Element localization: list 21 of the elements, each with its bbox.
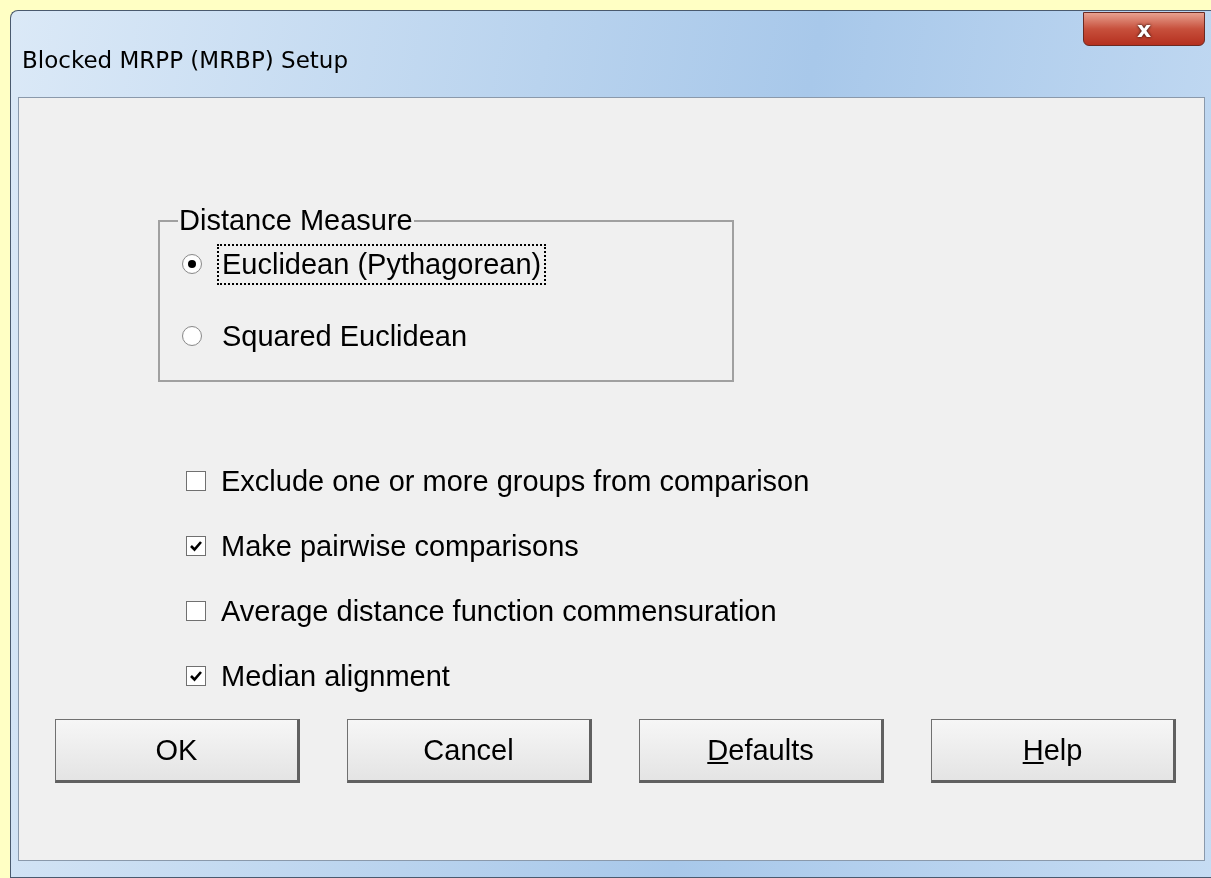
- group-label: Distance Measure: [178, 204, 414, 237]
- radio-label[interactable]: Squared Euclidean: [217, 315, 473, 357]
- dialog-button[interactable]: Cancel: [347, 719, 592, 783]
- radio-button[interactable]: [182, 254, 202, 274]
- checkbox[interactable]: [186, 536, 206, 556]
- checkbox[interactable]: [186, 666, 206, 686]
- checkbox-label[interactable]: Exclude one or more groups from comparison: [221, 464, 810, 498]
- dialog-button[interactable]: Help: [931, 719, 1176, 783]
- dialog-button[interactable]: OK: [55, 719, 300, 783]
- checkmark-icon: [189, 669, 203, 683]
- radio-label[interactable]: Euclidean (Pythagorean): [217, 243, 547, 285]
- checkbox-label[interactable]: Median alignment: [221, 659, 450, 693]
- close-button[interactable]: x: [1083, 12, 1205, 46]
- checkmark-icon: [189, 539, 203, 553]
- checkbox[interactable]: [186, 601, 206, 621]
- dialog-button[interactable]: Defaults: [639, 719, 884, 783]
- checkbox[interactable]: [186, 471, 206, 491]
- checkbox-label[interactable]: Average distance function commensuration: [221, 594, 777, 628]
- checkbox-label[interactable]: Make pairwise comparisons: [221, 529, 579, 563]
- radio-button[interactable]: [182, 326, 202, 346]
- window-title: Blocked MRPP (MRBP) Setup: [22, 47, 348, 73]
